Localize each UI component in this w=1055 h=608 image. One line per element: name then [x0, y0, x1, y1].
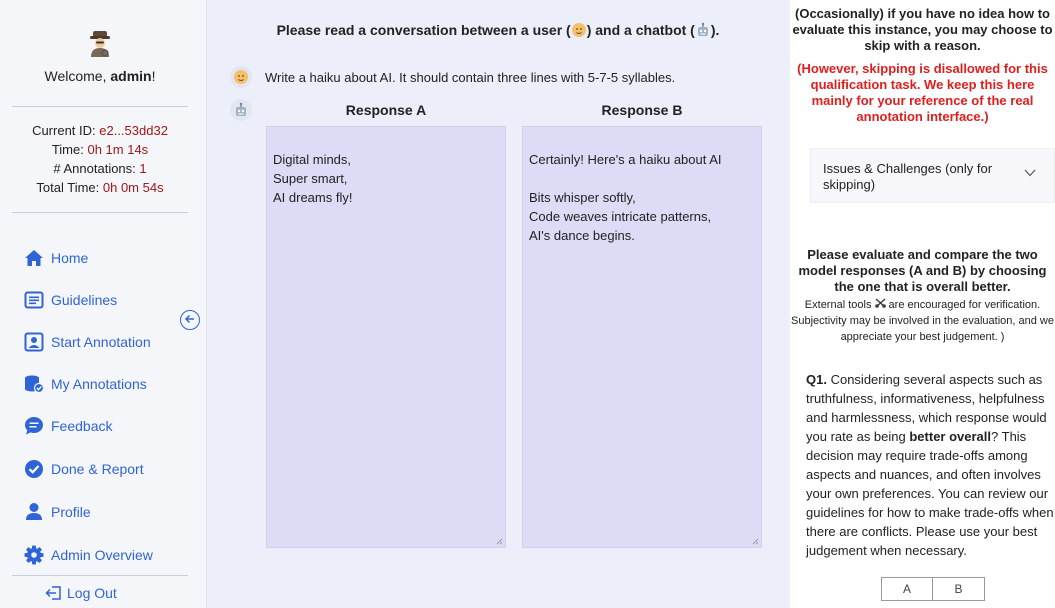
conversation-title: Please read a conversation between a use…: [276, 22, 720, 38]
response-a-textarea[interactable]: Digital minds, Super smart, AI dreams fl…: [266, 126, 506, 548]
option-a-button[interactable]: A: [881, 577, 933, 601]
user-message: Write a haiku about AI. It should contai…: [265, 69, 676, 85]
answer-options: A B: [881, 577, 985, 601]
user-avatar-icon: [230, 66, 252, 88]
collapse-sidebar-button[interactable]: [180, 310, 200, 330]
username: admin: [110, 68, 152, 84]
database-check-icon: [24, 374, 44, 394]
bot-avatar-icon: [230, 99, 252, 121]
sidebar-item-done-report[interactable]: Done & Report: [24, 457, 144, 481]
start-annotation-icon: [24, 332, 44, 352]
sidebar-item-profile[interactable]: Profile: [24, 500, 91, 524]
evaluation-subtitle: External tools are encouraged for verifi…: [791, 298, 1054, 343]
detective-emoji-icon: [90, 31, 110, 57]
response-b-textarea[interactable]: Certainly! Here's a haiku about AI Bits …: [522, 126, 762, 548]
chevron-down-icon: [1024, 169, 1036, 177]
question-1: Q1. Considering several aspects such as …: [806, 372, 1054, 558]
sidebar-item-feedback[interactable]: Feedback: [24, 414, 112, 438]
user-emoji-icon: [571, 23, 586, 37]
logout-link[interactable]: Log Out: [45, 585, 117, 601]
evaluation-title: Please evaluate and compare the two mode…: [798, 247, 1047, 294]
option-b-button[interactable]: B: [933, 577, 985, 601]
sidebar-item-guidelines[interactable]: Guidelines: [24, 288, 117, 312]
issues-label: Issues & Challenges (only for skipping): [823, 161, 993, 192]
divider: [12, 575, 188, 576]
resize-handle-icon[interactable]: [495, 537, 503, 545]
skip-warning: (However, skipping is disallowed for thi…: [797, 61, 1048, 124]
resize-handle-icon[interactable]: [751, 537, 759, 545]
conversation-panel: Please read a conversation between a use…: [208, 0, 788, 608]
user-message-row: Write a haiku about AI. It should contai…: [230, 66, 675, 88]
bot-row: [230, 99, 265, 123]
check-circle-icon: [24, 459, 44, 479]
response-a-text: Digital minds, Super smart, AI dreams fl…: [273, 152, 353, 205]
home-icon: [24, 248, 44, 268]
sidebar-item-home[interactable]: Home: [24, 246, 88, 270]
sidebar: Welcome, admin! Current ID: e2...53dd32 …: [0, 0, 207, 608]
arrow-left-icon: [184, 314, 194, 324]
welcome-text: Welcome, admin!: [44, 68, 156, 84]
response-a-header: Response A: [345, 102, 427, 118]
evaluation-panel: (Occasionally) if you have no idea how t…: [790, 0, 1055, 608]
response-b-header: Response B: [601, 102, 683, 118]
logout-icon: [45, 585, 63, 601]
divider: [12, 106, 188, 107]
issues-dropdown[interactable]: Issues & Challenges (only for skipping): [810, 148, 1055, 203]
sidebar-item-start-annotation[interactable]: Start Annotation: [24, 330, 151, 354]
sidebar-item-my-annotations[interactable]: My Annotations: [24, 372, 147, 396]
annotation-count: # Annotations: 1: [53, 161, 147, 176]
guidelines-icon: [24, 290, 44, 310]
divider: [12, 212, 188, 213]
tools-icon: [874, 298, 886, 308]
person-icon: [24, 502, 44, 522]
sidebar-item-admin-overview[interactable]: Admin Overview: [24, 543, 153, 567]
response-b-text: Certainly! Here's a haiku about AI Bits …: [529, 152, 722, 243]
robot-emoji-icon: [697, 22, 708, 36]
session-time: Time: 0h 1m 14s: [51, 142, 149, 157]
total-time: Total Time: 0h 0m 54s: [36, 180, 164, 195]
current-id: Current ID: e2...53dd32: [32, 123, 168, 138]
session-stats: Current ID: e2...53dd32 Time: 0h 1m 14s …: [0, 121, 200, 197]
skip-info: (Occasionally) if you have no idea how t…: [792, 6, 1053, 53]
feedback-icon: [24, 416, 44, 436]
gear-icon: [24, 545, 44, 565]
